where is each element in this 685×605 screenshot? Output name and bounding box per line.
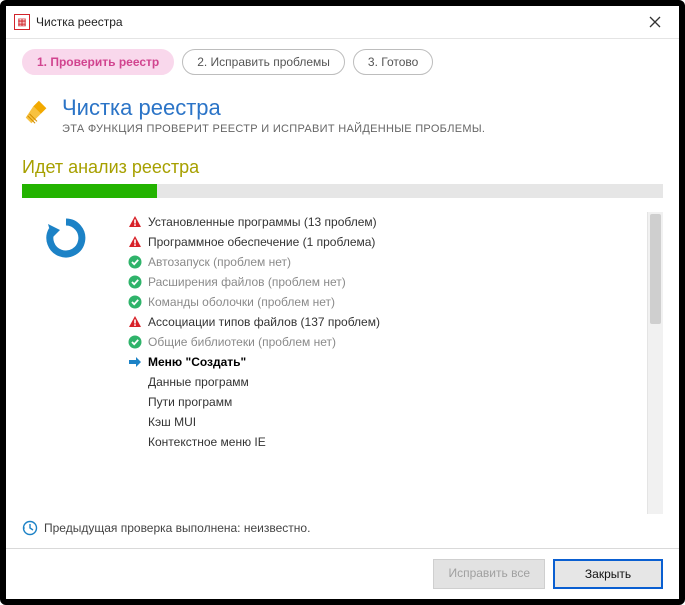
wizard-step-3[interactable]: 3. Готово bbox=[353, 49, 433, 75]
scan-item: Автозапуск (проблем нет) bbox=[128, 252, 663, 272]
scan-item-label: Общие библиотеки (проблем нет) bbox=[148, 332, 336, 352]
scan-item-label: Автозапуск (проблем нет) bbox=[148, 252, 291, 272]
scan-item-label: Ассоциации типов файлов (137 проблем) bbox=[148, 312, 380, 332]
scan-item-label: Кэш MUI bbox=[148, 412, 196, 432]
broom-icon bbox=[22, 97, 52, 127]
wizard-steps: 1. Проверить реестр 2. Исправить проблемы… bbox=[22, 49, 663, 75]
close-icon[interactable] bbox=[639, 10, 671, 34]
scan-item: Данные программ bbox=[128, 372, 663, 392]
wizard-step-1[interactable]: 1. Проверить реестр bbox=[22, 49, 174, 75]
scrollbar[interactable] bbox=[647, 212, 663, 514]
ok-icon bbox=[128, 335, 142, 349]
scan-item-label: Пути программ bbox=[148, 392, 232, 412]
previous-check-text: Предыдущая проверка выполнена: неизвестн… bbox=[44, 521, 310, 535]
scan-item: Меню "Создать" bbox=[128, 352, 663, 372]
page-title: Чистка реестра bbox=[62, 97, 485, 119]
close-button[interactable]: Закрыть bbox=[553, 559, 663, 589]
progress-fill bbox=[22, 184, 157, 198]
progress-bar bbox=[22, 184, 663, 198]
scan-item-label: Установленные программы (13 проблем) bbox=[148, 212, 377, 232]
scan-list: Установленные программы (13 проблем)Прог… bbox=[128, 212, 663, 452]
warn-icon bbox=[128, 235, 142, 249]
scan-item: Установленные программы (13 проблем) bbox=[128, 212, 663, 232]
scan-item: Кэш MUI bbox=[128, 412, 663, 432]
page-subtitle: ЭТА ФУНКЦИЯ ПРОВЕРИТ РЕЕСТР И ИСПРАВИТ Н… bbox=[62, 123, 485, 135]
scan-item: Расширения файлов (проблем нет) bbox=[128, 272, 663, 292]
spinner-icon bbox=[44, 216, 88, 260]
app-icon: ▦ bbox=[14, 14, 30, 30]
scan-item: Контекстное меню IE bbox=[128, 432, 663, 452]
warn-icon bbox=[128, 315, 142, 329]
ok-icon bbox=[128, 275, 142, 289]
scan-item: Общие библиотеки (проблем нет) bbox=[128, 332, 663, 352]
fix-all-button: Исправить все bbox=[433, 559, 545, 589]
scan-item: Команды оболочки (проблем нет) bbox=[128, 292, 663, 312]
window-title: Чистка реестра bbox=[36, 15, 123, 29]
ok-icon bbox=[128, 255, 142, 269]
history-icon bbox=[22, 520, 38, 536]
scan-item-label: Команды оболочки (проблем нет) bbox=[148, 292, 335, 312]
arrow-icon bbox=[128, 355, 142, 369]
scan-item-label: Меню "Создать" bbox=[148, 352, 246, 372]
ok-icon bbox=[128, 295, 142, 309]
scan-item: Программное обеспечение (1 проблема) bbox=[128, 232, 663, 252]
scan-item-label: Данные программ bbox=[148, 372, 249, 392]
scan-item-label: Расширения файлов (проблем нет) bbox=[148, 272, 346, 292]
scan-item: Ассоциации типов файлов (137 проблем) bbox=[128, 312, 663, 332]
warn-icon bbox=[128, 215, 142, 229]
scrollbar-thumb[interactable] bbox=[650, 214, 661, 324]
scan-item-label: Контекстное меню IE bbox=[148, 432, 266, 452]
wizard-step-2[interactable]: 2. Исправить проблемы bbox=[182, 49, 345, 75]
scan-item-label: Программное обеспечение (1 проблема) bbox=[148, 232, 375, 252]
status-text: Идет анализ реестра bbox=[22, 157, 663, 178]
scan-item: Пути программ bbox=[128, 392, 663, 412]
